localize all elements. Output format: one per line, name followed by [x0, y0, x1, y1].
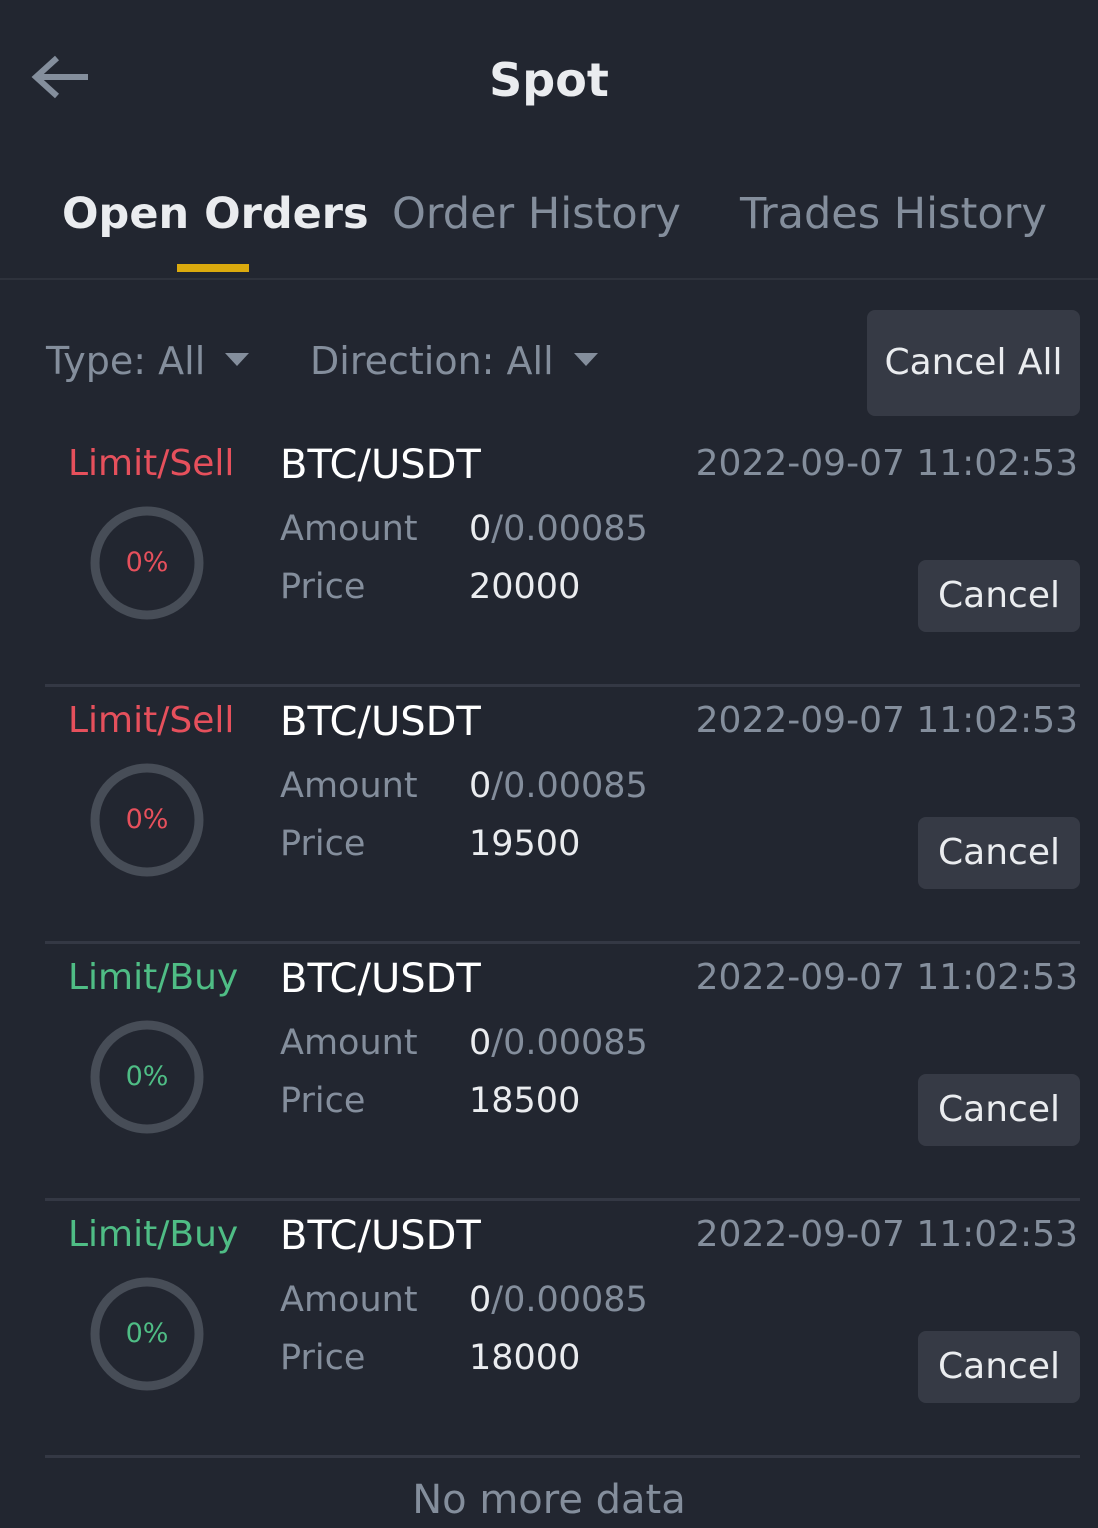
order-time: 2022-09-07 11:02:53: [695, 443, 1078, 484]
price-value: 20000: [469, 567, 581, 607]
fill-percent: 0%: [125, 804, 169, 835]
trading-pair: BTC/USDT: [280, 956, 481, 1002]
order-list: Limit/Sell 0% BTC/USDT 2022-09-07 11:02:…: [0, 430, 1098, 1458]
order-side: Limit/Sell: [68, 700, 235, 741]
cancel-order-button[interactable]: Cancel: [918, 560, 1080, 632]
amount-value: 0/0.00085: [469, 763, 648, 809]
order-row: Limit/Buy 0% BTC/USDT 2022-09-07 11:02:5…: [0, 944, 1098, 1201]
price-value: 18000: [469, 1338, 581, 1378]
active-tab-indicator: [177, 264, 249, 272]
price-value: 19500: [469, 824, 581, 864]
caret-down-icon: [573, 353, 598, 366]
price-label: Price: [280, 824, 366, 864]
order-side: Limit/Buy: [68, 957, 239, 998]
fill-progress-ring: 0%: [90, 506, 204, 620]
cancel-order-button[interactable]: Cancel: [918, 1331, 1080, 1403]
top-bar: Spot: [0, 0, 1098, 160]
tab-trades-history[interactable]: Trades History: [740, 186, 1047, 242]
order-time: 2022-09-07 11:02:53: [695, 1214, 1078, 1255]
cancel-order-button[interactable]: Cancel: [918, 1074, 1080, 1146]
amount-total: /0.00085: [491, 1280, 648, 1320]
amount-value: 0/0.00085: [469, 506, 648, 552]
amount-value: 0/0.00085: [469, 1277, 648, 1323]
fill-progress-ring: 0%: [90, 763, 204, 877]
amount-filled: 0: [469, 509, 492, 549]
amount-label: Amount: [280, 766, 418, 806]
trading-pair: BTC/USDT: [280, 442, 481, 488]
order-row: Limit/Buy 0% BTC/USDT 2022-09-07 11:02:5…: [0, 1201, 1098, 1458]
order-time: 2022-09-07 11:02:53: [695, 957, 1078, 998]
amount-total: /0.00085: [491, 509, 648, 549]
amount-total: /0.00085: [491, 1023, 648, 1063]
price-label: Price: [280, 1338, 366, 1378]
amount-total: /0.00085: [491, 766, 648, 806]
divider: [45, 1455, 1080, 1458]
order-time: 2022-09-07 11:02:53: [695, 700, 1078, 741]
amount-filled: 0: [469, 1280, 492, 1320]
cancel-order-button[interactable]: Cancel: [918, 817, 1080, 889]
tab-open-orders[interactable]: Open Orders: [62, 186, 369, 242]
order-row: Limit/Sell 0% BTC/USDT 2022-09-07 11:02:…: [0, 430, 1098, 687]
no-more-data-label: No more data: [412, 1477, 686, 1523]
filter-bar: Type: All Direction: All Cancel All: [0, 300, 1098, 420]
fill-percent: 0%: [125, 547, 169, 578]
fill-percent: 0%: [125, 1061, 169, 1092]
cancel-all-button[interactable]: Cancel All: [867, 310, 1080, 416]
amount-label: Amount: [280, 1023, 418, 1063]
order-row: Limit/Sell 0% BTC/USDT 2022-09-07 11:02:…: [0, 687, 1098, 944]
amount-value: 0/0.00085: [469, 1020, 648, 1066]
fill-percent: 0%: [125, 1318, 169, 1349]
price-label: Price: [280, 567, 366, 607]
type-filter-label: Type: All: [46, 339, 206, 383]
direction-filter-label: Direction: All: [310, 339, 554, 383]
direction-filter-dropdown[interactable]: Direction: All: [310, 336, 598, 386]
trading-pair: BTC/USDT: [280, 1213, 481, 1259]
amount-filled: 0: [469, 1023, 492, 1063]
page-title: Spot: [489, 53, 609, 107]
price-label: Price: [280, 1081, 366, 1121]
caret-down-icon: [225, 353, 250, 366]
order-side: Limit/Sell: [68, 443, 235, 484]
trading-pair: BTC/USDT: [280, 699, 481, 745]
tab-bar: Open Orders Order History Trades History: [0, 170, 1098, 280]
order-side: Limit/Buy: [68, 1214, 239, 1255]
amount-label: Amount: [280, 509, 418, 549]
fill-progress-ring: 0%: [90, 1020, 204, 1134]
amount-label: Amount: [280, 1280, 418, 1320]
amount-filled: 0: [469, 766, 492, 806]
price-value: 18500: [469, 1081, 581, 1121]
tab-order-history[interactable]: Order History: [392, 186, 681, 242]
fill-progress-ring: 0%: [90, 1277, 204, 1391]
type-filter-dropdown[interactable]: Type: All: [46, 336, 250, 386]
